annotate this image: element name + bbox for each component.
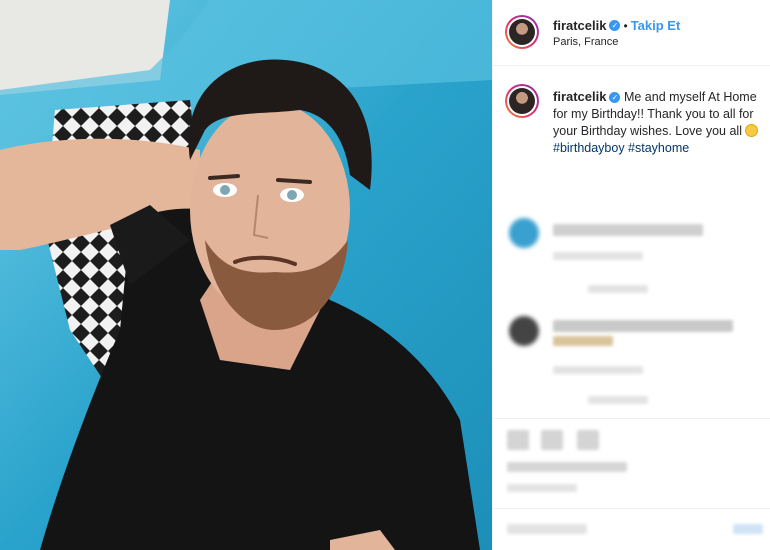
- blurred-timestamp: [507, 484, 577, 492]
- post-photo[interactable]: [0, 0, 492, 550]
- blurred-comment-text: [553, 336, 613, 346]
- post-header: firatcelik ✓ • Takip Et Paris, France: [493, 0, 770, 66]
- blurred-comment-meta: [553, 366, 643, 374]
- comment-icon[interactable]: [541, 430, 563, 450]
- blurred-replies-link[interactable]: [588, 396, 648, 404]
- post-comment-button[interactable]: [733, 524, 763, 534]
- caption: firatcelik ✓ Me and myself At Home for my…: [553, 88, 765, 157]
- separator-dot: •: [623, 19, 628, 33]
- caption-avatar[interactable]: [505, 84, 539, 118]
- photo-illustration: [0, 0, 492, 550]
- caption-hashtags[interactable]: #birthdayboy #stayhome: [553, 141, 689, 155]
- blurred-comment-text: [553, 320, 733, 332]
- username-link[interactable]: firatcelik: [553, 18, 606, 33]
- blurred-replies-link[interactable]: [588, 285, 648, 293]
- location-link[interactable]: Paris, France: [553, 36, 618, 48]
- blurred-comment-text: [553, 224, 703, 236]
- verified-badge-icon: ✓: [609, 20, 621, 32]
- follow-button[interactable]: Takip Et: [631, 18, 681, 33]
- wink-emoji-icon: [745, 124, 759, 137]
- verified-badge-icon: ✓: [609, 92, 621, 104]
- caption-username[interactable]: firatcelik: [553, 89, 606, 104]
- blurred-likes-count: [507, 462, 627, 472]
- avatar[interactable]: [505, 15, 539, 49]
- share-icon[interactable]: [577, 430, 599, 450]
- comment-avatar[interactable]: [509, 218, 539, 248]
- comment-avatar[interactable]: [509, 316, 539, 346]
- post-side-panel: firatcelik ✓ • Takip Et Paris, France firat…: [492, 0, 770, 550]
- like-icon[interactable]: [507, 430, 529, 450]
- blurred-comment-meta: [553, 252, 643, 260]
- comment-input[interactable]: [507, 524, 587, 534]
